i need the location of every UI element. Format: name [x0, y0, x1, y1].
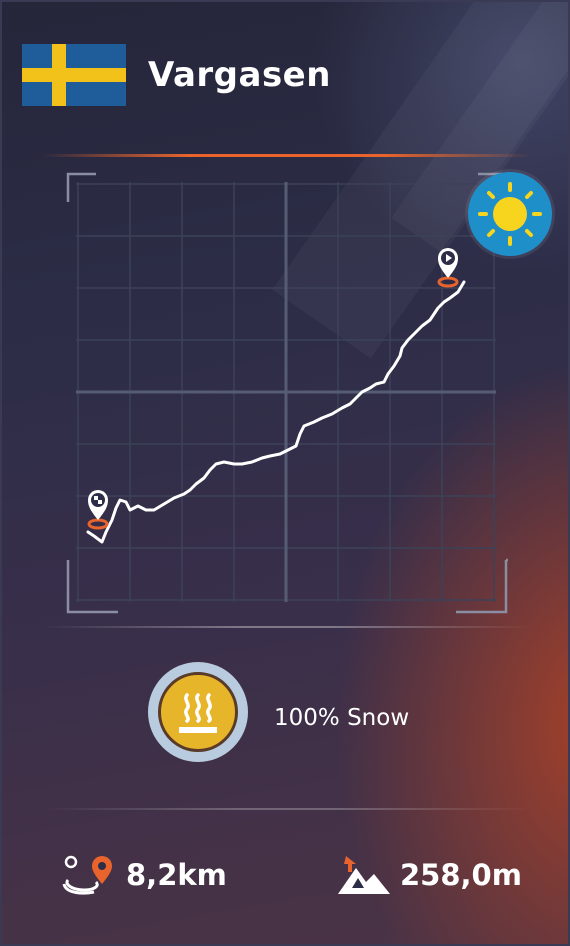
track-title: Vargasen [148, 55, 331, 95]
stats-divider [42, 808, 532, 810]
route-distance-icon [62, 855, 112, 895]
sun-icon [468, 172, 552, 256]
track-card: Vargasen 100% Snow 8,2km 258,0m [0, 0, 570, 946]
track-map [66, 172, 508, 614]
sweden-flag-icon [22, 44, 126, 106]
mountain-elevation-icon [338, 856, 390, 894]
finish-marker-icon [437, 248, 459, 288]
elevation-stat: 258,0m [336, 854, 522, 896]
heated-snow-icon [158, 672, 238, 752]
snow-label: 100% Snow [274, 705, 410, 731]
distance-stat: 8,2km [62, 854, 227, 896]
header-divider [42, 154, 532, 157]
start-marker-icon [87, 490, 109, 530]
distance-value: 8,2km [126, 858, 227, 892]
section-divider [42, 626, 532, 628]
track-header: Vargasen [22, 44, 331, 106]
route-line [86, 280, 466, 544]
snow-condition-badge [148, 662, 248, 762]
map-axis [76, 182, 496, 602]
elevation-value: 258,0m [400, 858, 522, 892]
